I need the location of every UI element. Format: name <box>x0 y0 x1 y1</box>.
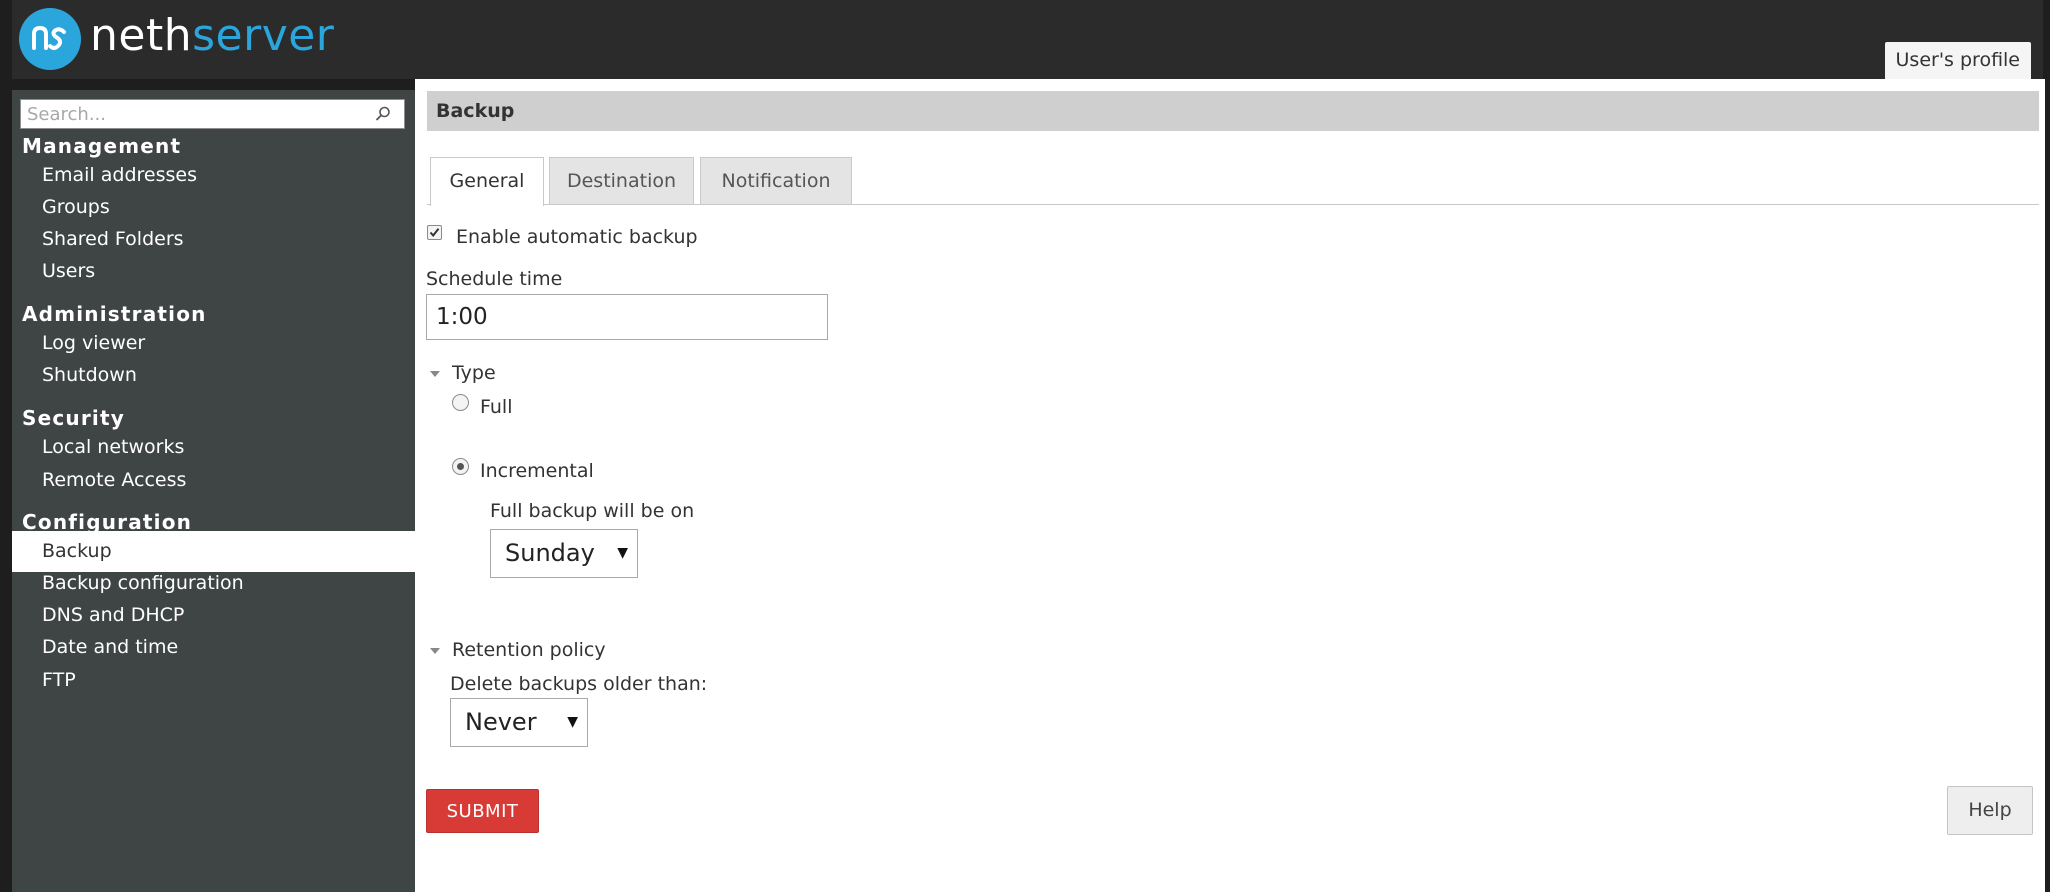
page-title: Backup <box>427 91 2039 131</box>
tab-general[interactable]: General <box>430 157 544 206</box>
radio-incremental[interactable] <box>452 458 469 475</box>
brand-text-part2: server <box>192 10 335 61</box>
retention-select[interactable]: Never ▼ <box>450 698 588 747</box>
radio-full[interactable] <box>452 394 469 411</box>
schedule-time-label: Schedule time <box>426 268 563 290</box>
type-collapse-caret-icon[interactable] <box>430 371 440 377</box>
sidebar-item-remote-access[interactable]: Remote Access <box>12 460 415 501</box>
schedule-time-input[interactable] <box>426 294 828 340</box>
type-legend: Type <box>452 362 496 384</box>
retention-collapse-caret-icon[interactable] <box>430 648 440 654</box>
search-box <box>20 99 405 129</box>
tab-destination[interactable]: Destination <box>549 157 694 204</box>
users-profile-link[interactable]: User's profile <box>1884 42 2031 79</box>
nethserver-logo-icon <box>19 8 81 70</box>
brand-logo-text: nethserver <box>90 10 334 62</box>
full-backup-day-value: Sunday <box>505 539 595 567</box>
enable-backup-label: Enable automatic backup <box>456 226 698 248</box>
retention-value: Never <box>465 708 537 736</box>
sidebar-item-ftp[interactable]: FTP <box>12 660 415 701</box>
tab-divider <box>427 204 2039 205</box>
dropdown-arrow-icon: ▼ <box>617 545 628 561</box>
sidebar-item-shutdown[interactable]: Shutdown <box>12 355 415 396</box>
top-header: nethserver User's profile <box>12 0 2043 79</box>
brand-text-part1: neth <box>90 10 193 61</box>
search-icon[interactable] <box>374 105 392 127</box>
submit-button[interactable]: SUBMIT <box>426 789 539 833</box>
search-input[interactable] <box>21 100 373 128</box>
delete-backups-label: Delete backups older than: <box>450 673 708 695</box>
help-button[interactable]: Help <box>1947 786 2033 835</box>
sidebar: Management Email addresses Groups Shared… <box>12 90 415 892</box>
enable-backup-checkbox[interactable] <box>427 225 442 240</box>
full-backup-day-select[interactable]: Sunday ▼ <box>490 529 638 578</box>
dropdown-arrow-icon: ▼ <box>567 714 578 730</box>
retention-legend: Retention policy <box>452 639 606 661</box>
full-backup-day-label: Full backup will be on <box>490 500 695 522</box>
main-content: Backup General Destination Notification … <box>415 79 2045 892</box>
sidebar-item-users[interactable]: Users <box>12 251 415 292</box>
tab-notification[interactable]: Notification <box>700 157 852 204</box>
radio-incremental-label: Incremental <box>480 460 594 482</box>
checkmark-icon <box>429 228 440 238</box>
radio-full-label: Full <box>480 396 513 418</box>
